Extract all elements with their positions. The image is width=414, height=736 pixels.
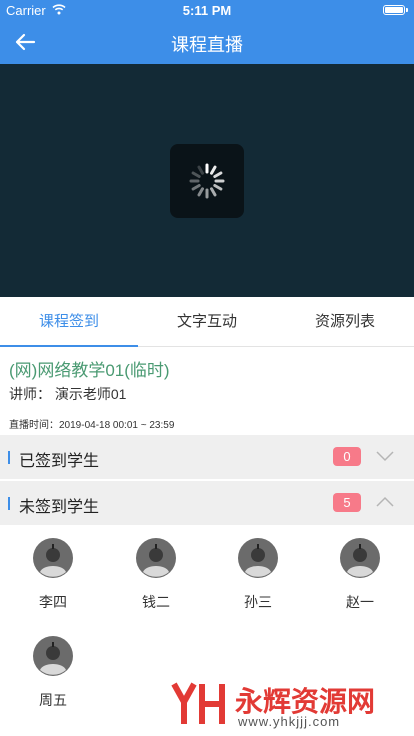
tab-resource-list[interactable]: 资源列表 xyxy=(276,297,414,346)
section-marker xyxy=(8,451,10,464)
signed-students-label: 已签到学生 xyxy=(19,453,100,470)
avatar-icon xyxy=(340,538,380,578)
tab-bar: 课程签到 文字互动 资源列表 xyxy=(0,297,414,347)
avatar-icon xyxy=(33,636,73,676)
watermark: 永辉资源网 www.yhkjjj.com xyxy=(170,676,410,734)
avatar-icon xyxy=(238,538,278,578)
student-item[interactable]: 周五 xyxy=(13,636,93,710)
clock: 5:11 PM xyxy=(182,3,232,18)
avatar-icon xyxy=(33,538,73,578)
student-item[interactable]: 李四 xyxy=(13,538,93,612)
nav-bar: 课程直播 xyxy=(0,20,414,64)
section-marker xyxy=(8,497,10,510)
student-name: 钱二 xyxy=(142,594,170,610)
course-title: (网)网络教学01(临时) xyxy=(9,361,170,380)
student-name: 周五 xyxy=(39,692,67,708)
chevron-down-icon[interactable] xyxy=(375,449,395,463)
spinner-icon xyxy=(189,163,225,199)
status-bar: Carrier 5:11 PM xyxy=(0,0,414,20)
unsigned-students-label: 未签到学生 xyxy=(19,499,100,516)
unsigned-count-badge: 5 xyxy=(333,493,361,512)
teacher-label: 讲师： 演示老师01 xyxy=(9,386,127,402)
signed-count-badge: 0 xyxy=(333,447,361,466)
unsigned-students-header[interactable]: 未签到学生 5 xyxy=(0,481,414,525)
live-time-label: 直播时间：2019-04-18 00:01 ~ 23:59 xyxy=(9,420,175,431)
student-name: 赵一 xyxy=(346,594,374,610)
tab-course-signin[interactable]: 课程签到 xyxy=(0,297,138,347)
page-title: 课程直播 xyxy=(171,35,243,55)
avatar-icon xyxy=(136,538,176,578)
video-player[interactable] xyxy=(0,64,414,297)
loading-spinner xyxy=(170,144,244,218)
student-item[interactable]: 孙三 xyxy=(218,538,298,612)
student-item[interactable]: 赵一 xyxy=(320,538,400,612)
student-name: 李四 xyxy=(39,594,67,610)
watermark-logo-icon xyxy=(171,682,225,724)
student-name: 孙三 xyxy=(244,594,272,610)
battery-icon xyxy=(383,5,408,15)
tab-text-interaction[interactable]: 文字互动 xyxy=(138,297,276,346)
student-item[interactable]: 钱二 xyxy=(116,538,196,612)
signed-students-header[interactable]: 已签到学生 0 xyxy=(0,435,414,479)
chevron-up-icon[interactable] xyxy=(375,495,395,509)
watermark-url: www.yhkjjj.com xyxy=(238,714,341,729)
